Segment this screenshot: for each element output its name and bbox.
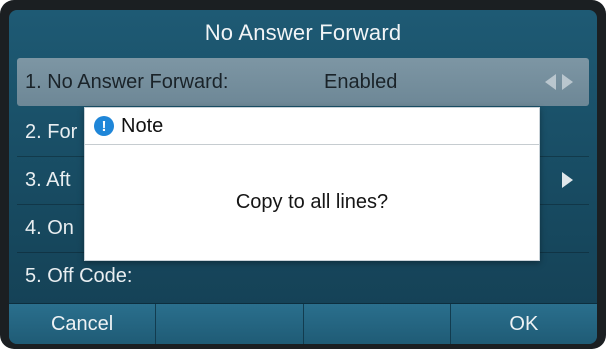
page-title: No Answer Forward — [204, 20, 402, 45]
menu-row-label: 1. No Answer Forward: — [25, 70, 229, 93]
ok-softkey[interactable]: OK — [450, 304, 597, 344]
dialog-header: ! Note — [85, 108, 539, 144]
right-arrow-icon[interactable] — [562, 74, 573, 90]
right-arrow-icon[interactable] — [562, 172, 573, 188]
info-icon: ! — [94, 116, 114, 136]
menu-row-label: 2. For — [25, 120, 78, 143]
dialog-message: Copy to all lines? — [85, 145, 539, 260]
left-arrow-icon[interactable] — [545, 74, 556, 90]
softkey-3[interactable] — [303, 304, 451, 344]
option-switch-arrows[interactable] — [545, 58, 573, 106]
dialog-message-text: Copy to all lines? — [235, 191, 389, 213]
softkey-bar: Cancel OK — [9, 303, 597, 344]
phone-screen: No Answer Forward 1. No Answer Forward: … — [9, 10, 597, 344]
cancel-softkey[interactable]: Cancel — [9, 304, 157, 344]
option-switch-arrows[interactable] — [562, 156, 573, 204]
menu-row-label: 3. Aft — [25, 168, 71, 191]
softkey-2[interactable] — [156, 304, 304, 344]
note-dialog: ! Note Copy to all lines? — [84, 107, 540, 261]
screen-title-bar: No Answer Forward — [9, 10, 597, 56]
menu-row-no-answer-forward[interactable]: 1. No Answer Forward: Enabled — [17, 58, 589, 106]
menu-row-label: 5. Off Code: — [25, 264, 133, 287]
dialog-title: Note — [121, 115, 164, 137]
menu-row-value: Enabled — [324, 70, 398, 93]
menu-row-label: 4. On — [25, 216, 74, 239]
